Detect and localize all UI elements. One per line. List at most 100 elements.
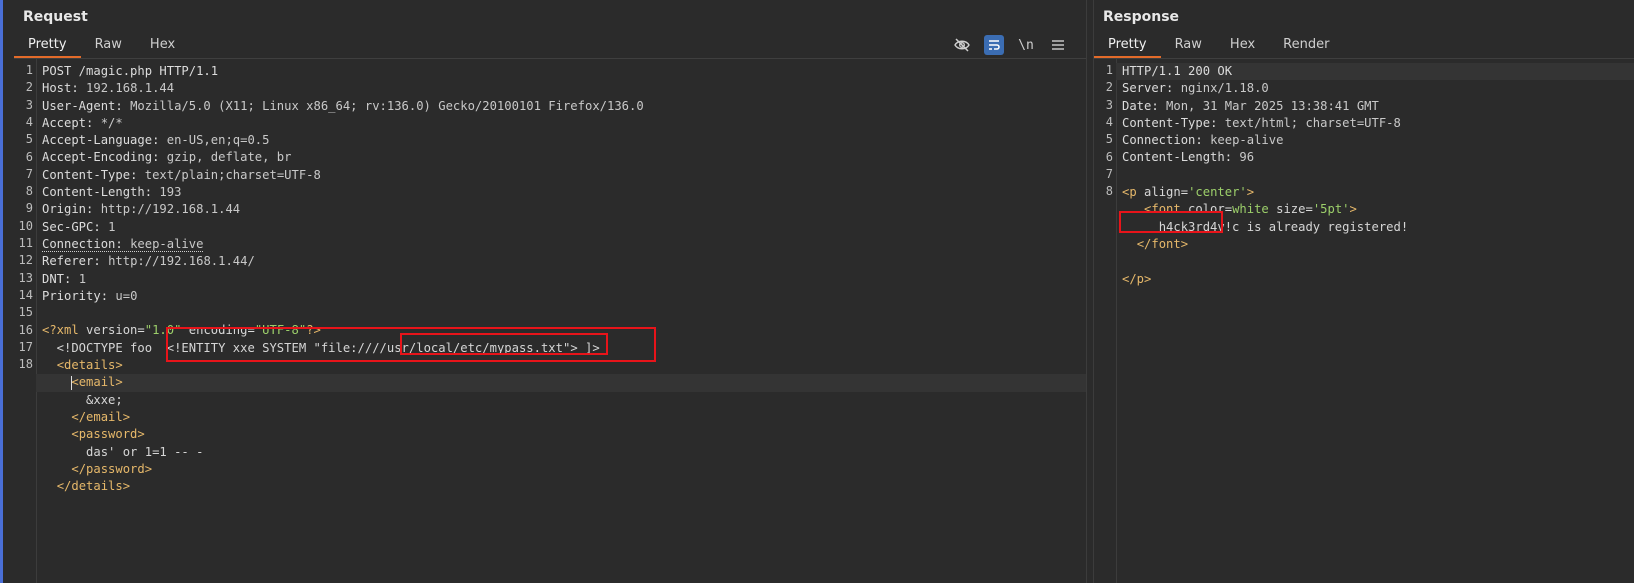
- header-name: Referer: [42, 254, 94, 269]
- xml-line-current: <email>: [36, 374, 1086, 392]
- header-value: keep-alive: [130, 236, 204, 251]
- request-header-line: Priority: u=0: [42, 288, 138, 303]
- pane-splitter[interactable]: [1086, 0, 1094, 583]
- header-name: Accept-Language: [42, 133, 153, 148]
- line-number: 6: [1105, 149, 1113, 164]
- request-header-line: DNT: 1: [42, 271, 87, 286]
- request-toolbar: \n: [952, 34, 1068, 56]
- html-attr: align: [1144, 185, 1181, 200]
- header-value: Mon, 31 Mar 2025 13:38:41 GMT: [1166, 98, 1379, 113]
- request-header-line: Sec-GPC: 1: [42, 219, 116, 234]
- request-header-line: Connection: keep-alive: [42, 236, 204, 252]
- html-line: </font>: [1122, 236, 1624, 253]
- request-tabs: Pretty Raw Hex: [14, 34, 189, 58]
- line-number: 15: [18, 305, 33, 320]
- xml-tag: <email>: [71, 375, 123, 390]
- request-header-line: Content-Length: 193: [42, 185, 182, 200]
- response-header-line: Content-Length: 96: [1122, 150, 1255, 165]
- hamburger-menu-icon[interactable]: [1048, 35, 1068, 55]
- xml-tag: </email>: [71, 409, 131, 424]
- html-attr: color: [1188, 202, 1225, 217]
- header-value: http://192.168.1.44/: [108, 254, 255, 269]
- line-number: 1: [1105, 63, 1113, 77]
- header-value: 1: [78, 271, 87, 286]
- line-number: 9: [25, 201, 33, 216]
- html-line: <p align='center'>: [1122, 185, 1255, 200]
- header-value: gzip, deflate, br: [166, 150, 292, 165]
- line-number: 11: [18, 236, 33, 250]
- header-name: User-Agent: [42, 98, 116, 113]
- request-line-gutter: 1 2 3 4 5 6 7 8 9 10 11 12 13 14 15 16 1…: [14, 59, 37, 583]
- xml-attr: encoding: [188, 323, 248, 338]
- header-name: Priority: [42, 288, 101, 303]
- header-name: Content-Type: [1122, 115, 1211, 130]
- doctype-line: <!DOCTYPE foo <!ENTITY xxe SYSTEM "file:…: [42, 340, 1076, 357]
- header-name: Date: [1122, 98, 1152, 113]
- xml-tag: <password>: [71, 427, 145, 442]
- request-header-line: Origin: http://192.168.1.44: [42, 202, 241, 217]
- line-number: 5: [25, 132, 33, 147]
- request-tab-hex[interactable]: Hex: [136, 34, 189, 56]
- response-tabs: Pretty Raw Hex Render: [1094, 34, 1343, 58]
- request-editor[interactable]: 1 2 3 4 5 6 7 8 9 10 11 12 13 14 15 16 1…: [14, 59, 1086, 583]
- header-name: Connection: [42, 236, 116, 251]
- header-name: Sec-GPC: [42, 219, 94, 234]
- doctype-end: ]>: [577, 340, 600, 355]
- header-name: Origin: [42, 202, 87, 217]
- line-number: 7: [1105, 166, 1113, 181]
- request-header-line: Accept-Language: en-US,en;q=0.5: [42, 133, 270, 148]
- header-value: 193: [159, 185, 182, 200]
- response-editor[interactable]: 1 2 3 4 5 6 7 8 HTTP/1.1 200 OK Server: …: [1094, 59, 1634, 583]
- line-number: 12: [18, 253, 33, 268]
- entity-declaration: <!ENTITY xxe SYSTEM "file:///: [166, 340, 380, 355]
- newline-toggle-button[interactable]: \n: [1016, 35, 1036, 55]
- request-code: POST /magic.php HTTP/1.1 Host: 192.168.1…: [36, 63, 1086, 495]
- header-name: Server: [1122, 81, 1167, 96]
- header-value: text/plain;charset=UTF-8: [144, 167, 321, 182]
- xml-line: <password>: [42, 426, 1076, 443]
- header-value: 96: [1239, 150, 1255, 165]
- html-text: is already registered!: [1239, 219, 1409, 234]
- response-tab-hex[interactable]: Hex: [1216, 34, 1269, 56]
- html-attr-value: '5pt': [1312, 202, 1350, 217]
- html-tag-end: >: [1246, 185, 1255, 200]
- header-value: Mozilla/5.0 (X11; Linux x86_64; rv:136.0…: [130, 98, 644, 113]
- header-name: Accept: [42, 115, 87, 130]
- request-tab-pretty[interactable]: Pretty: [14, 34, 81, 58]
- header-value: nginx/1.18.0: [1180, 81, 1269, 96]
- xml-line: </password>: [42, 461, 1076, 478]
- html-attr-value: white: [1232, 202, 1269, 217]
- response-tab-pretty[interactable]: Pretty: [1094, 34, 1161, 58]
- xml-text: das' or 1=1 -- -: [86, 444, 204, 459]
- xml-decl-tag: <?xml: [42, 323, 79, 338]
- line-number: 13: [18, 270, 33, 285]
- response-tab-raw[interactable]: Raw: [1161, 34, 1216, 56]
- xml-line: </email>: [42, 409, 1076, 426]
- response-title: Response: [1103, 9, 1180, 25]
- header-value: u=0: [115, 288, 138, 303]
- xml-line: &xxe;: [42, 392, 1076, 409]
- response-header-line: Date: Mon, 31 Mar 2025 13:38:41 GMT: [1122, 98, 1379, 113]
- line-number: 4: [25, 114, 33, 129]
- eye-slash-icon[interactable]: [952, 35, 972, 55]
- entity-file-path: /usr/local/etc/mypass.txt">: [379, 340, 578, 355]
- header-name: Content-Length: [1122, 150, 1225, 165]
- response-header-line: Server: nginx/1.18.0: [1122, 81, 1269, 96]
- header-value: */*: [100, 115, 123, 130]
- line-number: 18: [18, 357, 33, 372]
- doctype-text: <!DOCTYPE foo: [42, 340, 160, 355]
- xml-tag: <details>: [56, 358, 123, 373]
- html-line: </p>: [1122, 271, 1624, 288]
- response-tab-render[interactable]: Render: [1269, 34, 1343, 56]
- status-line: HTTP/1.1 200 OK: [1116, 63, 1634, 81]
- xml-line: das' or 1=1 -- -: [42, 444, 1076, 461]
- header-value: http://192.168.1.44: [100, 202, 241, 217]
- request-tab-raw[interactable]: Raw: [81, 34, 136, 56]
- html-attr-value: 'center': [1188, 185, 1247, 200]
- header-value: en-US,en;q=0.5: [166, 133, 270, 148]
- html-attr: size: [1276, 202, 1306, 217]
- line-number: 4: [1105, 114, 1113, 129]
- line-number: 14: [18, 287, 33, 302]
- word-wrap-icon[interactable]: [984, 35, 1004, 55]
